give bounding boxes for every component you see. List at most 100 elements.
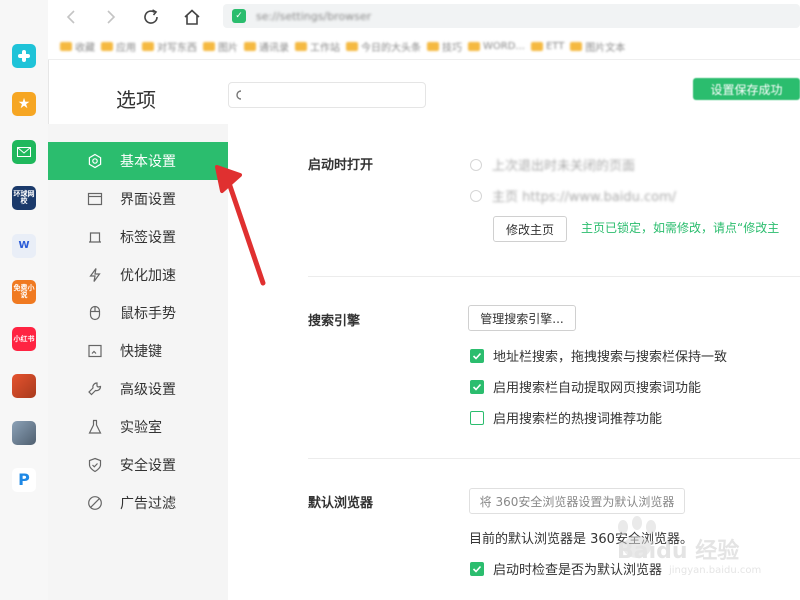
sidebar-item-basic[interactable]: 基本设置 [48, 142, 228, 180]
sidebar-item-advanced[interactable]: 高级设置 [48, 370, 228, 408]
check-icon [472, 383, 482, 391]
bookmark-item[interactable]: 技巧 [427, 39, 462, 54]
game-app-icon[interactable] [12, 374, 36, 398]
block-icon [86, 494, 104, 512]
annotation-arrow-icon [215, 165, 266, 286]
radio-button[interactable] [470, 158, 482, 171]
checkbox-row-auto-extract[interactable]: 启用搜索栏自动提取网页搜索词功能 [470, 377, 701, 396]
favorites-app-icon[interactable]: ★ [12, 92, 36, 116]
option-label: 上次退出时未关闭的页面 [492, 159, 636, 174]
sidebar-item-label: 广告过滤 [120, 496, 176, 512]
search-engine-section-label: 搜索引擎 [308, 314, 361, 329]
checkbox-row-address-search[interactable]: 地址栏搜索，拖拽搜索与搜索栏保持一致 [470, 346, 727, 365]
checkbox-label: 启用搜索栏自动提取网页搜索词功能 [493, 381, 702, 396]
divider [308, 276, 800, 277]
sidebar-item-label: 标签设置 [120, 230, 176, 246]
bookmark-item[interactable]: 今日的大头条 [346, 39, 421, 54]
lightning-icon [86, 266, 104, 284]
baidu-watermark: Baidu 经验 jingyan.baidu.com [607, 515, 797, 585]
startup-option-last-session[interactable]: 上次退出时未关闭的页面 [470, 155, 635, 174]
address-bar[interactable]: ✓ se://settings/browser [223, 4, 800, 28]
bookmark-label: 应用 [116, 43, 136, 54]
forward-button[interactable] [100, 6, 122, 28]
xiaohongshu-app-icon[interactable]: 小红书 [12, 327, 36, 351]
page-title: 选项 [116, 88, 156, 112]
manage-search-engines-button[interactable]: 管理搜索引擎... [468, 305, 576, 331]
folder-icon [244, 42, 256, 51]
sidebar-item-adblock[interactable]: 广告过滤 [48, 484, 228, 522]
bookmark-item[interactable]: 工作站 [295, 39, 340, 54]
checkbox-unchecked[interactable] [470, 410, 484, 425]
watermark-subtext: jingyan.baidu.com [669, 565, 762, 576]
bookmark-label: 图片 [218, 43, 238, 54]
bookmarks-bar: 收藏 应用 对写东西 图片 通讯录 工作站 今日的大头条 技巧 WORD... ETT 图片文本 [48, 34, 800, 60]
checkbox-checked[interactable] [470, 561, 484, 576]
sidebar-item-mouse-gesture[interactable]: 鼠标手势 [48, 294, 228, 332]
checkbox-label: 启用搜索栏的热搜词推荐功能 [493, 412, 663, 427]
sidebar-item-label: 界面设置 [120, 192, 176, 208]
bookmark-item[interactable]: 收藏 [60, 39, 95, 54]
window-icon [86, 190, 104, 208]
mouse-icon [86, 304, 104, 322]
check-icon [472, 352, 482, 360]
bookmark-item[interactable]: WORD... [468, 41, 525, 52]
shield-icon [86, 456, 104, 474]
search-icon [236, 90, 242, 100]
search-input[interactable] [245, 87, 419, 103]
option-label: 主页 https://www.baidu.com/ [492, 190, 677, 205]
modify-home-button[interactable]: 修改主页 [493, 216, 567, 242]
refresh-icon [144, 9, 158, 24]
sidebar-item-label: 快捷键 [120, 344, 162, 360]
bookmark-label: ETT [545, 41, 565, 52]
word-app-icon[interactable]: W [12, 234, 36, 258]
refresh-button[interactable] [140, 6, 162, 28]
bookmark-item[interactable]: 图片 [203, 39, 238, 54]
sidebar-item-security[interactable]: 安全设置 [48, 446, 228, 484]
keyboard-icon [86, 342, 104, 360]
sidebar-item-shortcuts[interactable]: 快捷键 [48, 332, 228, 370]
news-app-icon[interactable]: 环球网校 [12, 186, 36, 210]
folder-icon [142, 42, 154, 51]
sidebar-item-speed[interactable]: 优化加速 [48, 256, 228, 294]
sidebar-item-label: 安全设置 [120, 458, 176, 474]
checkbox-checked[interactable] [470, 348, 484, 363]
settings-sidebar: 基本设置 界面设置 标签设置 优化加速 鼠标手势 快捷键 高级设置 实验室 安全… [48, 124, 228, 600]
folder-icon [468, 42, 480, 51]
novel-app-icon[interactable]: 免费小说 [12, 280, 36, 304]
sidebar-item-lab[interactable]: 实验室 [48, 408, 228, 446]
sidebar-item-label: 优化加速 [120, 268, 176, 284]
wrench-icon [86, 380, 104, 398]
checkbox-checked[interactable] [470, 379, 484, 394]
p-app-icon[interactable]: P [12, 468, 36, 492]
sidebar-item-tabs[interactable]: 标签设置 [48, 218, 228, 256]
folder-icon [427, 42, 439, 51]
bookmark-item[interactable]: 通讯录 [244, 39, 289, 54]
set-default-browser-button[interactable]: 将 360安全浏览器设置为默认浏览器 [469, 488, 685, 514]
bookmark-label: 对写东西 [157, 43, 197, 54]
folder-icon [101, 42, 113, 51]
address-url: se://settings/browser [256, 9, 372, 23]
bookmark-item[interactable]: 应用 [101, 39, 136, 54]
folder-icon [570, 42, 583, 51]
chevron-right-icon [107, 10, 116, 24]
bookmark-item[interactable]: 对写东西 [142, 39, 197, 54]
bookmark-label: 收藏 [75, 43, 95, 54]
sidebar-item-label: 基本设置 [120, 154, 176, 170]
app-dock: ★ 环球网校 W 免费小说 小红书 P [0, 0, 49, 600]
plus-app-icon[interactable] [12, 44, 36, 68]
bookmark-label: 图片文本 [585, 43, 626, 54]
settings-search[interactable] [228, 82, 426, 108]
home-button[interactable] [181, 6, 203, 28]
bookmark-item[interactable]: 图片文本 [570, 39, 625, 54]
checkbox-row-hot-search[interactable]: 启用搜索栏的热搜词推荐功能 [470, 408, 662, 427]
back-button[interactable] [60, 6, 82, 28]
mail-app-icon[interactable] [12, 140, 36, 164]
browser-toolbar: ✓ se://settings/browser [48, 0, 800, 34]
folder-icon [295, 42, 307, 51]
sidebar-item-interface[interactable]: 界面设置 [48, 180, 228, 218]
radio-button[interactable] [470, 189, 482, 202]
bookmark-label: WORD... [483, 41, 525, 52]
game2-app-icon[interactable] [12, 421, 36, 445]
bookmark-item[interactable]: ETT [530, 41, 565, 52]
startup-option-homepage[interactable]: 主页 https://www.baidu.com/ [470, 186, 676, 205]
